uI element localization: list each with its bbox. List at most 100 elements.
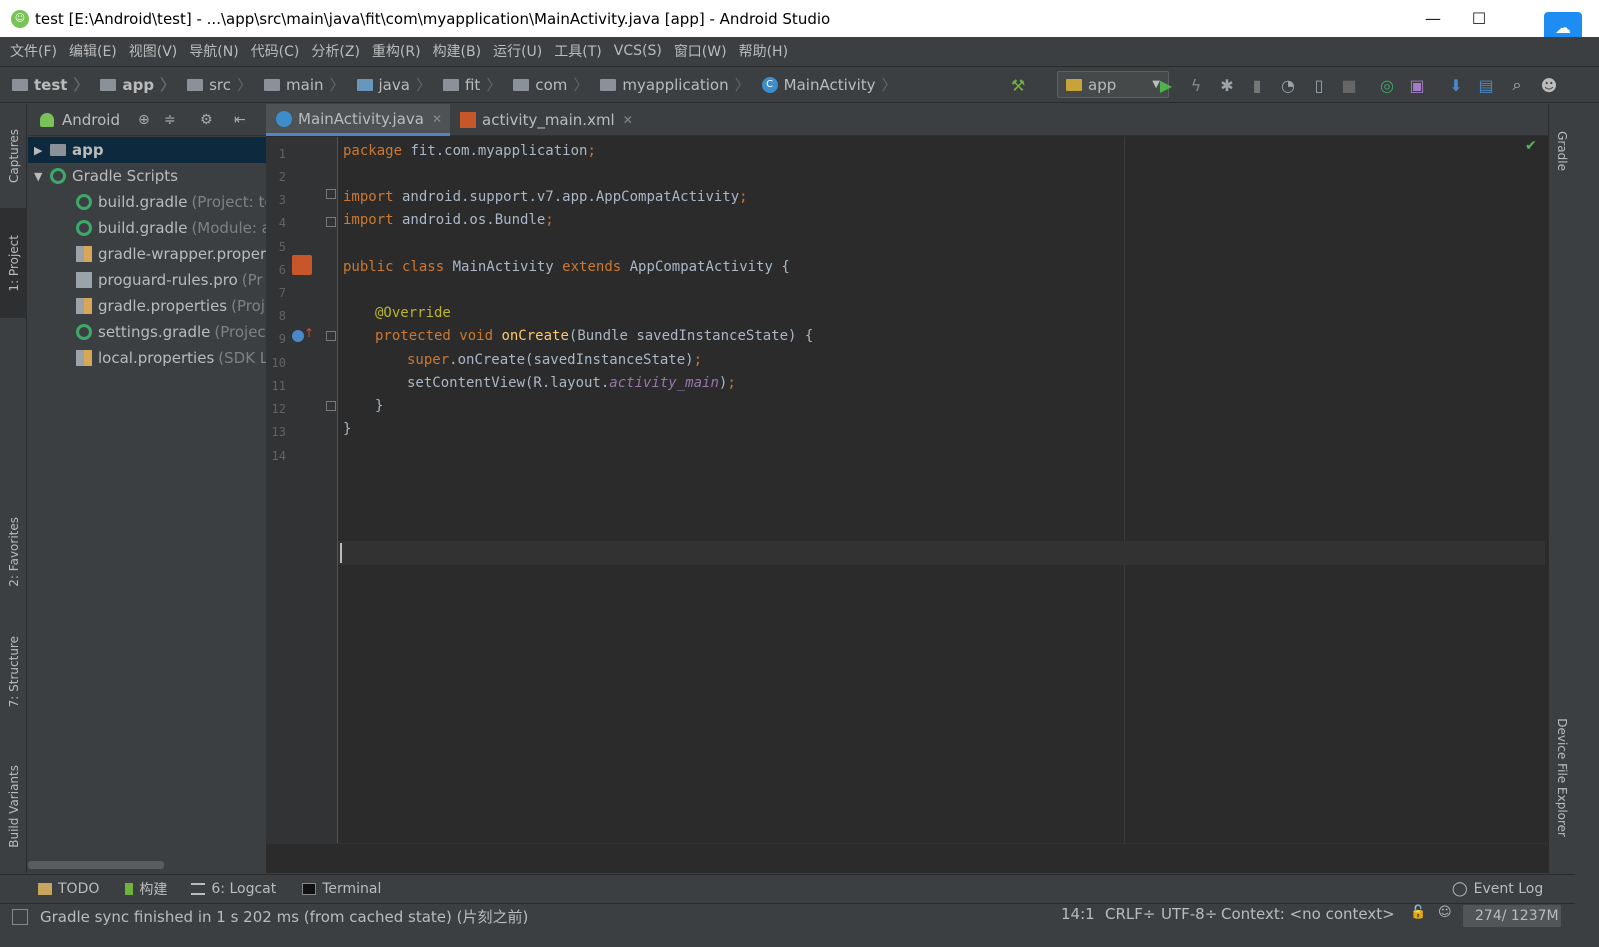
menu-tools[interactable]: 工具(T): [548, 41, 607, 61]
sdk-manager-icon[interactable]: ⬇: [1445, 74, 1467, 96]
collapse-all-icon[interactable]: ≑: [164, 112, 176, 128]
locate-icon[interactable]: ⊕: [138, 112, 150, 128]
menu-window[interactable]: 窗口(W): [668, 41, 733, 61]
tree-item-app[interactable]: ▶ app: [28, 137, 266, 163]
run-configuration-select[interactable]: app ▼: [1057, 71, 1169, 98]
tab-activity-main-xml[interactable]: activity_main.xml ✕: [450, 104, 641, 136]
menu-code[interactable]: 代码(C): [245, 41, 306, 61]
memory-indicator[interactable]: 274 / 1237M: [1463, 905, 1561, 927]
collapse-arrow-icon[interactable]: ▼: [34, 170, 50, 183]
breadcrumb-mainactivity[interactable]: C MainActivity 〉: [750, 74, 897, 95]
context-indicator[interactable]: Context: <no context>: [1221, 905, 1395, 923]
logcat-tool[interactable]: 6: Logcat: [191, 881, 276, 897]
breadcrumb-java[interactable]: java 〉: [345, 74, 431, 95]
tree-item-settings-gradle[interactable]: settings.gradle (Projec: [28, 319, 266, 345]
tree-item-build-gradle-project[interactable]: build.gradle (Project: te: [28, 189, 266, 215]
favorites-tab[interactable]: 2: Favorites: [0, 504, 27, 600]
tab-mainactivity-java[interactable]: MainActivity.java ✕: [266, 104, 451, 136]
attach-debugger-icon[interactable]: ▯: [1308, 74, 1330, 96]
run-icon[interactable]: ▶: [1155, 74, 1177, 96]
project-structure-icon[interactable]: ▤: [1475, 74, 1497, 96]
build-variants-tab[interactable]: Build Variants: [0, 752, 27, 860]
tree-item-local-properties[interactable]: local.properties (SDK L: [28, 345, 266, 371]
breadcrumb-main[interactable]: main 〉: [252, 74, 345, 95]
menu-edit[interactable]: 编辑(E): [63, 41, 123, 61]
captures-tab[interactable]: Captures: [0, 116, 27, 196]
tree-item-gradle-properties[interactable]: gradle.properties (Proj: [28, 293, 266, 319]
encoding-select[interactable]: UTF-8÷: [1161, 905, 1217, 923]
menu-vcs[interactable]: VCS(S): [608, 43, 668, 59]
build-tool[interactable]: 构建: [125, 879, 167, 899]
event-log-icon: ◯: [1452, 881, 1468, 897]
breadcrumb-label: main: [286, 75, 324, 94]
project-view-mode-select[interactable]: Android: [62, 111, 120, 129]
code-line-8: @Override: [375, 305, 451, 321]
override-method-icon[interactable]: [292, 330, 304, 342]
sync-gradle-icon[interactable]: ◎: [1376, 74, 1398, 96]
code-editor[interactable]: package fit.com.myapplication; import an…: [338, 137, 1534, 843]
project-tab[interactable]: 1: Project: [0, 208, 27, 318]
profile-icon[interactable]: ◔: [1277, 74, 1299, 96]
run-configuration-label: app: [1088, 75, 1117, 94]
breadcrumb-com[interactable]: com 〉: [501, 74, 588, 95]
breadcrumb-fit[interactable]: fit 〉: [431, 74, 501, 95]
tree-item-proguard-rules[interactable]: proguard-rules.pro (Pr: [28, 267, 266, 293]
lock-icon[interactable]: 🔓: [1410, 905, 1426, 920]
debug-icon[interactable]: ✱: [1216, 74, 1238, 96]
close-icon[interactable]: ✕: [623, 113, 633, 127]
structure-tab[interactable]: 7: Structure: [0, 624, 27, 720]
avd-manager-icon[interactable]: ▣: [1406, 74, 1428, 96]
menu-analyze[interactable]: 分析(Z): [305, 41, 366, 61]
breadcrumb-label: myapplication: [622, 75, 729, 94]
menu-view[interactable]: 视图(V): [123, 41, 184, 61]
layout-gutter-icon[interactable]: [292, 255, 312, 275]
tree-item-label: build.gradle: [98, 219, 188, 237]
search-icon[interactable]: ⌕: [1506, 74, 1528, 96]
menu-build[interactable]: 构建(B): [427, 41, 488, 61]
user-icon[interactable]: ☻: [1538, 74, 1560, 96]
caret-position[interactable]: 14:1: [1061, 905, 1095, 923]
breadcrumb-app[interactable]: app 〉: [88, 74, 175, 95]
stop-icon[interactable]: ■: [1338, 74, 1360, 96]
expand-arrow-icon[interactable]: ▶: [34, 144, 50, 157]
maximize-button[interactable]: ☐: [1456, 0, 1502, 37]
todo-tool[interactable]: TODO: [38, 881, 99, 897]
horizontal-scrollbar[interactable]: [28, 861, 164, 869]
title-bar: ☺ test [E:\Android\test] - ...\app\src\m…: [0, 0, 1599, 42]
fold-icon[interactable]: [326, 189, 336, 199]
breadcrumb-label: test: [34, 75, 68, 94]
menu-help[interactable]: 帮助(H): [733, 41, 794, 61]
fold-icon[interactable]: [326, 217, 336, 227]
tree-item-gradle-wrapper[interactable]: gradle-wrapper.proper: [28, 241, 266, 267]
tree-item-build-gradle-module[interactable]: build.gradle (Module: a: [28, 215, 266, 241]
event-log-tool[interactable]: ◯ Event Log: [1452, 881, 1543, 897]
tree-item-hint: (Proj: [231, 297, 265, 315]
coverage-icon[interactable]: ▮: [1246, 74, 1268, 96]
menu-refactor[interactable]: 重构(R): [366, 41, 427, 61]
gradle-tab[interactable]: Gradle: [1549, 116, 1576, 186]
hide-panel-icon[interactable]: ⇤: [234, 112, 246, 128]
breadcrumb-test[interactable]: test 〉: [0, 74, 88, 95]
breadcrumb-src[interactable]: src 〉: [175, 74, 252, 95]
fold-icon[interactable]: [326, 331, 336, 341]
fold-icon[interactable]: [326, 401, 336, 411]
hector-inspector-icon[interactable]: ☺: [1438, 905, 1452, 920]
breadcrumb-myapplication[interactable]: myapplication 〉: [588, 74, 750, 95]
close-icon[interactable]: ✕: [432, 112, 442, 126]
class-icon: C: [761, 76, 778, 93]
tree-item-label: app: [72, 141, 104, 159]
status-message[interactable]: Gradle sync finished in 1 s 202 ms (from…: [40, 906, 528, 927]
make-project-hammer-icon[interactable]: ⚒: [1007, 74, 1029, 96]
tree-item-gradle-scripts[interactable]: ▼ Gradle Scripts: [28, 163, 266, 189]
terminal-tool[interactable]: Terminal: [302, 881, 381, 897]
device-file-explorer-tab[interactable]: Device File Explorer: [1549, 708, 1576, 848]
gear-icon[interactable]: ⚙: [200, 112, 213, 128]
menu-file[interactable]: 文件(F): [4, 41, 63, 61]
toggle-tool-windows-icon[interactable]: [12, 908, 28, 925]
line-separator-select[interactable]: CRLF÷: [1105, 905, 1155, 923]
apply-changes-icon[interactable]: ϟ: [1185, 74, 1207, 96]
menu-navigate[interactable]: 导航(N): [183, 41, 244, 61]
menu-run[interactable]: 运行(U): [487, 41, 548, 61]
minimize-button[interactable]: —: [1410, 0, 1456, 37]
breadcrumb-label: app: [122, 75, 155, 94]
